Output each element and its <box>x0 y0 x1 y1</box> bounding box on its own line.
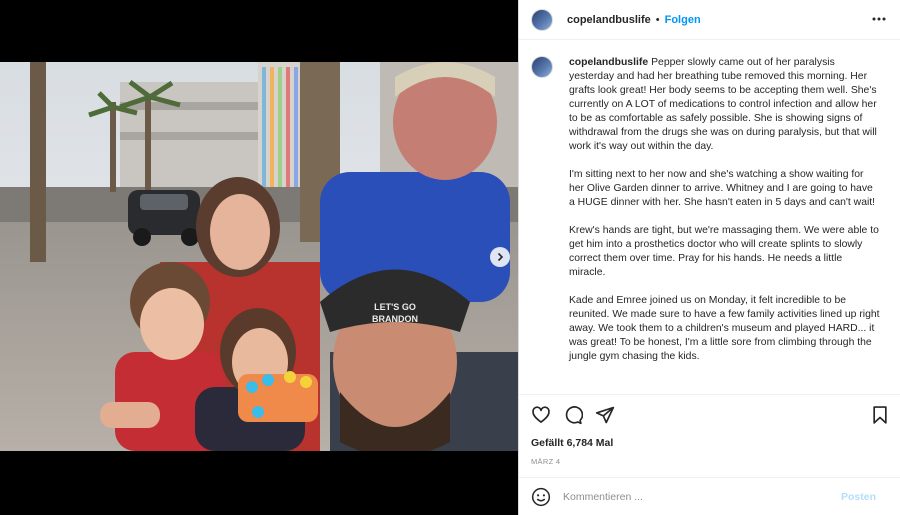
post-caption: copelandbuslife Pepper slowly came out of… <box>531 56 891 390</box>
next-photo-button[interactable] <box>490 247 510 267</box>
comment-input[interactable] <box>561 489 835 504</box>
separator-dot: • <box>655 13 660 26</box>
hat-text-1: LET'S GO <box>374 302 416 312</box>
action-icons <box>531 405 615 425</box>
follow-button[interactable]: Folgen <box>665 14 701 26</box>
caption-author-avatar[interactable] <box>531 56 553 78</box>
caption-text: copelandbuslife Pepper slowly came out of… <box>569 56 881 390</box>
comment-icon[interactable] <box>563 405 583 425</box>
hat-text-2: BRANDON <box>372 314 418 324</box>
caption-paragraph: I'm sitting next to her now and she's wa… <box>569 169 876 208</box>
emoji-icon[interactable] <box>531 487 551 507</box>
caption-paragraph: Kade and Emree joined us on Monday, it f… <box>569 295 880 362</box>
post-comment-button[interactable]: Posten <box>841 491 876 503</box>
post-details-panel: copelandbuslife • Folgen copelandbuslife… <box>518 0 900 515</box>
paper-plane-icon[interactable] <box>595 405 615 425</box>
caption-paragraph: Krew's hands are tight, but we're massag… <box>569 225 879 278</box>
like-count[interactable]: Gefällt 6,784 Mal <box>531 437 613 449</box>
caption-paragraph: copelandbuslife Pepper slowly came out of… <box>569 57 877 152</box>
bookmark-icon[interactable] <box>870 405 890 425</box>
heart-icon[interactable] <box>531 405 551 425</box>
more-options-icon[interactable] <box>872 12 886 26</box>
post-media: LET'S GO BRANDON <box>0 0 518 515</box>
post-photo[interactable]: LET'S GO BRANDON <box>0 62 518 451</box>
post-header: copelandbuslife • Folgen <box>519 0 900 40</box>
author-avatar[interactable] <box>531 8 553 31</box>
chevron-right-icon <box>497 252 504 262</box>
author-username[interactable]: copelandbuslife <box>567 14 651 26</box>
caption-username[interactable]: copelandbuslife <box>569 57 648 68</box>
post-actions: Gefällt 6,784 Mal MÄRZ 4 Posten <box>519 394 900 514</box>
family-photo: LET'S GO BRANDON <box>0 62 518 451</box>
post-date[interactable]: MÄRZ 4 <box>531 457 560 466</box>
comment-bar: Posten <box>519 477 900 515</box>
